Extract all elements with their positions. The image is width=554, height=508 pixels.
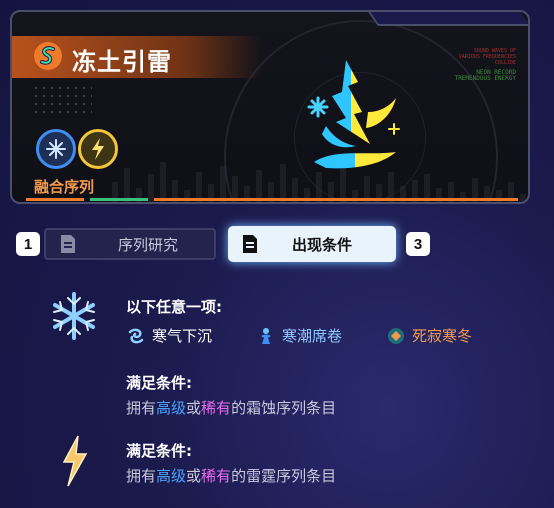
frost-orb-icon: [388, 327, 404, 344]
lightning-icon: [62, 435, 88, 487]
tab-number-1[interactable]: 1: [16, 232, 40, 256]
thunder-badge: [78, 129, 118, 169]
card-notch: [366, 12, 528, 26]
sequence-logo-icon: [34, 42, 62, 70]
thunder-condition-text: 拥有高级或稀有的雷霆序列条目: [126, 467, 337, 485]
document-icon: [243, 235, 257, 253]
frost-badge: [36, 129, 76, 169]
thunder-condition-heading: 满足条件:: [126, 442, 192, 460]
lightning-icon: [92, 138, 104, 160]
tab-sequence-research[interactable]: 序列研究: [44, 228, 216, 260]
frost-thunder-emblem-icon: [307, 60, 400, 169]
option-dead-winter: 死寂寒冬: [386, 325, 472, 346]
flavor-text-green: NEON RECORD TREMENDOUS ENERGY: [454, 69, 516, 82]
snowflake-icon: [46, 139, 66, 159]
frost-condition-text: 拥有高级或稀有的霜蚀序列条目: [126, 399, 337, 417]
any-one-heading: 以下任意一项:: [126, 298, 222, 316]
flavor-text-red: SOUND WAVES OF VARIOUS FREQUENCIES COLLI…: [458, 48, 516, 66]
frost-figure-icon: [261, 327, 271, 344]
option-cold-sinking: 寒气下沉: [126, 325, 212, 346]
tab-label: 序列研究: [118, 235, 179, 254]
tab-label: 出现条件: [292, 235, 353, 254]
sequence-card: 冻土引雷 SOUND WAVES OF VARIOUS FREQUENCIES …: [10, 10, 530, 204]
option-cold-wave: 寒潮席卷: [256, 325, 342, 346]
sequence-title: 冻土引雷: [72, 48, 172, 76]
tab-appearance-conditions[interactable]: 出现条件: [228, 226, 396, 262]
dot-pattern: [32, 84, 92, 114]
frost-condition-heading: 满足条件:: [126, 374, 192, 392]
document-icon: [61, 235, 75, 253]
fusion-sequence-label: 融合序列: [34, 178, 95, 196]
frost-swirl-icon: [128, 328, 144, 343]
snowflake-icon: [53, 292, 95, 340]
tab-number-3[interactable]: 3: [406, 232, 430, 256]
progress-track: [26, 198, 518, 201]
